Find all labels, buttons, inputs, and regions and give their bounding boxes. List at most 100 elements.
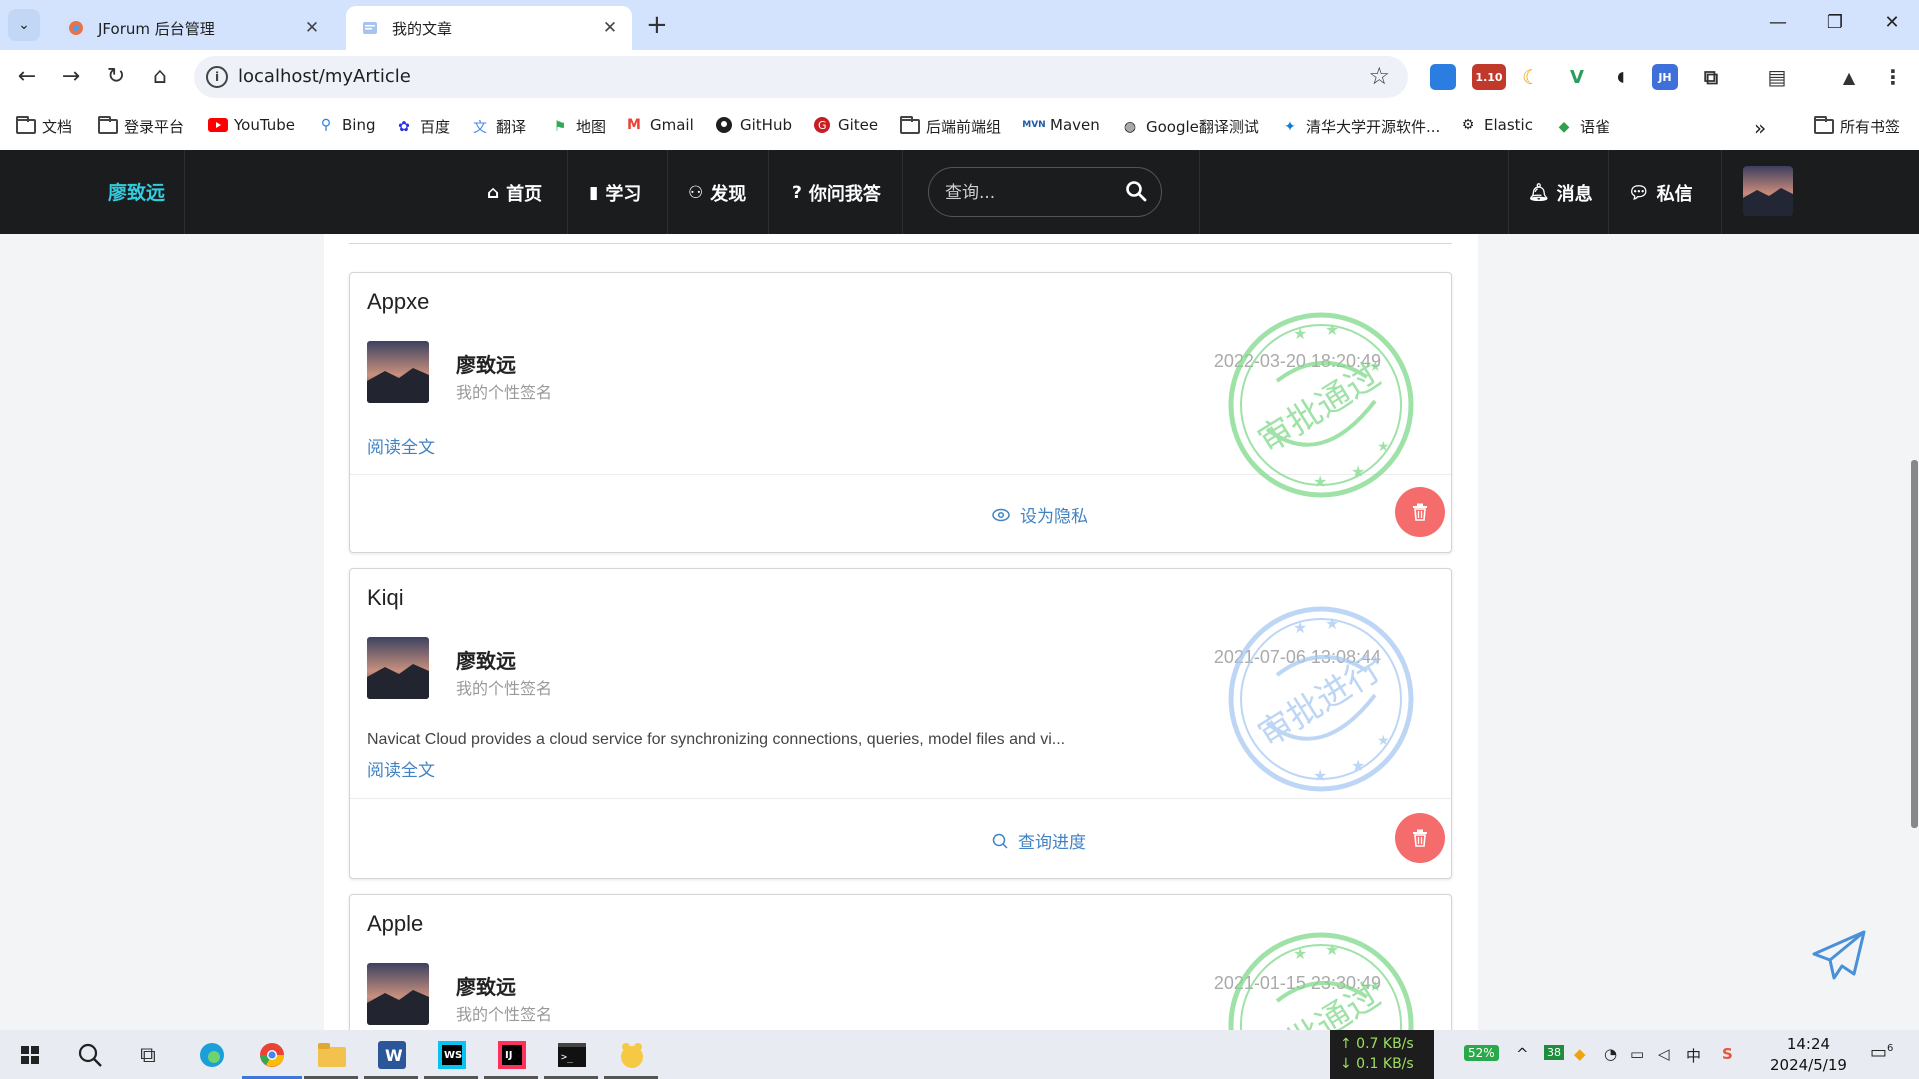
webstorm-icon[interactable]: WS [434,1037,470,1073]
bookmark-elastic[interactable]: ⚙ Elastic [1458,116,1533,134]
bookmark-maven[interactable]: MVN Maven [1022,116,1099,134]
search-icon[interactable] [1125,180,1147,202]
reload-icon[interactable]: ↻ [102,63,130,91]
tab-close-icon[interactable]: ✕ [600,18,620,38]
svg-text:G: G [818,119,827,132]
reading-list-icon[interactable]: ▤ [1764,64,1790,90]
ime-indicator[interactable]: 中 [1686,1045,1701,1066]
bookmark-tsinghua-mirror[interactable]: ✦ 清华大学开源软件... [1280,116,1440,137]
extension-badge-icon[interactable]: 1.10 [1472,64,1506,90]
navicat-icon[interactable] [614,1037,650,1073]
tray-app-badge[interactable]: 38 [1544,1045,1564,1060]
windows-start-icon[interactable] [12,1037,48,1073]
taskbar-search-icon[interactable] [72,1037,108,1073]
tab-my-articles[interactable]: 我的文章 ✕ [346,6,632,50]
nav-discover[interactable]: ⚇ 发现 [688,180,746,206]
article-title[interactable]: Appxe [367,289,429,315]
bookmark-bing[interactable]: ⚲ Bing [316,116,376,134]
task-view-icon[interactable]: ⧉ [130,1037,166,1073]
bookmark-maps[interactable]: ⚑ 地图 [550,116,606,137]
bookmarks-overflow-icon[interactable]: » [1754,116,1766,140]
bookmark-github[interactable]: GitHub [714,116,792,134]
author-name[interactable]: 廖致远 [456,349,516,378]
tray-app-red-icon[interactable]: S [1722,1045,1733,1063]
extensions-puzzle-icon[interactable]: ⧉ [1698,64,1724,90]
author-avatar[interactable] [367,341,429,403]
omnibox[interactable]: i localhost/myArticle ☆ [194,56,1408,98]
search-input[interactable] [945,181,1115,205]
article-title[interactable]: Kiqi [367,585,404,611]
extension-moon-icon[interactable]: ☾ [1518,64,1544,90]
back-icon[interactable]: ← [13,63,41,91]
file-explorer-icon[interactable] [314,1037,350,1073]
bookmark-docs[interactable]: 文档 [16,116,72,137]
bookmark-team[interactable]: 后端前端组 [900,116,1001,137]
svg-text:>_: >_ [561,1052,574,1063]
bookmark-gitee[interactable]: G Gitee [812,116,878,134]
nav-study[interactable]: ▮ 学习 [589,180,641,206]
intellij-icon[interactable]: IJ [494,1037,530,1073]
svg-text:W: W [385,1046,403,1065]
bookmark-translate[interactable]: 文翻译 [470,116,526,137]
menu-kebab-icon[interactable]: ⋮ [1880,64,1906,90]
site-brand[interactable]: 廖致远 [108,178,165,205]
restore-icon[interactable]: ❐ [1815,12,1855,33]
nav-messages[interactable]: 🔔︎ 消息 [1528,180,1593,206]
tab-close-icon[interactable]: ✕ [302,18,322,38]
edge-icon[interactable] [194,1037,230,1073]
bell-icon: 🔔︎ [1528,183,1550,203]
bookmark-yuque[interactable]: ◆ 语雀 [1554,116,1610,137]
new-tab-button[interactable]: + [646,12,668,38]
query-progress-button[interactable]: 查询进度 [992,828,1086,853]
site-info-icon[interactable]: i [206,66,228,88]
all-bookmarks[interactable]: 所有书签 [1814,116,1900,137]
volume-icon[interactable]: ◁ [1658,1045,1670,1063]
bookmark-star-icon[interactable]: ☆ [1368,62,1390,90]
read-more-link[interactable]: 阅读全文 [367,756,435,781]
paper-plane-icon[interactable] [1810,928,1868,986]
forward-icon[interactable]: → [57,63,85,91]
vue-devtools-icon[interactable]: V [1564,64,1590,90]
word-icon[interactable]: W [374,1037,410,1073]
chevron-up-icon[interactable]: ^ [1516,1045,1529,1063]
extension-dark-icon[interactable]: ◖ [1608,64,1634,90]
author-name[interactable]: 廖致远 [456,645,516,674]
bookmark-baidu[interactable]: ✿ 百度 [394,116,450,137]
battery-percent[interactable]: 52% [1464,1045,1499,1061]
battery-icon[interactable]: ▭ [1630,1045,1644,1063]
nav-private-messages[interactable]: 💬︎ 私信 [1628,180,1693,206]
tray-shield-icon[interactable]: ◆ [1574,1045,1586,1063]
home-icon[interactable]: ⌂ [146,63,174,91]
author-avatar[interactable] [367,963,429,1025]
read-more-link[interactable]: 阅读全文 [367,433,435,458]
system-clock[interactable]: 14:24 2024/5/19 [1770,1034,1847,1076]
bookmark-google-translate-test[interactable]: ◍ Google翻译测试 [1120,116,1259,137]
article-card: Kiqi 廖致远 我的个性签名 2021-07-06 13:08:44 Navi… [349,568,1452,879]
extension-blue-icon[interactable] [1430,64,1456,90]
author-name[interactable]: 廖致远 [456,971,516,1000]
minimize-icon[interactable]: — [1758,12,1798,33]
article-title[interactable]: Apple [367,911,423,937]
gmail-icon: M [627,117,641,133]
author-avatar[interactable] [367,637,429,699]
delete-button[interactable] [1395,813,1445,863]
url-text[interactable]: localhost/myArticle [238,66,411,87]
notification-icon[interactable]: ▭6 [1870,1042,1893,1063]
page-scrollbar-thumb[interactable] [1911,460,1918,828]
tab-search-button[interactable]: ⌄ [8,9,40,41]
nav-home[interactable]: ⌂ 首页 [487,180,542,206]
nav-qa[interactable]: ? 你问我答 [792,180,881,206]
bookmark-gmail[interactable]: M Gmail [624,116,694,134]
set-private-button[interactable]: 设为隐私 [992,502,1088,527]
chrome-icon[interactable] [254,1037,290,1073]
delete-button[interactable] [1395,487,1445,537]
close-window-icon[interactable]: ✕ [1872,12,1912,33]
tab-jforum-admin[interactable]: JForum 后台管理 ✕ [52,6,334,50]
bookmark-login[interactable]: 登录平台 [98,116,184,137]
extension-jh-icon[interactable]: JH [1652,64,1678,90]
wifi-icon[interactable]: ◔ [1604,1045,1617,1063]
profile-icon[interactable]: ▲ [1836,64,1862,90]
terminal-icon[interactable]: >_ [554,1037,590,1073]
bookmark-youtube[interactable]: YouTube [208,116,295,134]
user-avatar[interactable] [1743,166,1793,216]
